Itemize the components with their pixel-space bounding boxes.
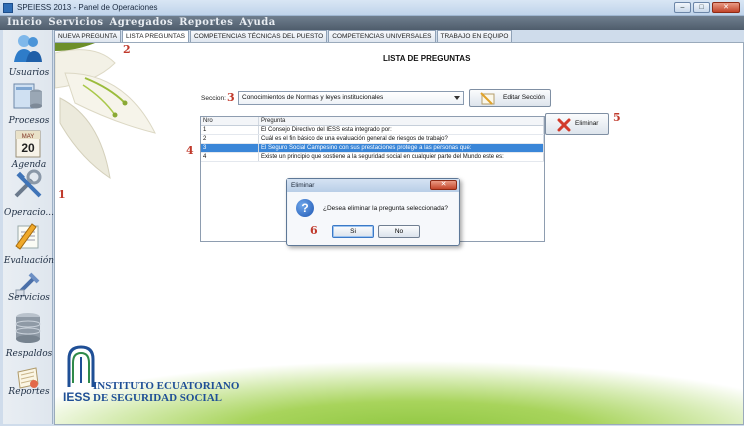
table-row[interactable]: 2 Cuál es el fin básico de una evaluació… — [201, 135, 544, 144]
column-header-pregunta[interactable]: Pregunta — [259, 117, 544, 125]
table-row[interactable]: 4 Existe un principio que sostiene a la … — [201, 153, 544, 162]
sidebar-item-operaciones[interactable]: Operacio... — [3, 208, 55, 218]
annotation-1: 1 — [58, 188, 66, 201]
sidebar-item-evaluacion[interactable]: Evaluación — [3, 256, 55, 266]
dialog-message: ¿Desea eliminar la pregunta seleccionada… — [323, 205, 449, 212]
table-row[interactable]: 1 El Consejo Directivo del IESS esta int… — [201, 126, 544, 135]
sidebar-item-respaldos[interactable]: Respaldos — [3, 349, 55, 359]
calendar-icon[interactable]: MAY 20 — [12, 128, 44, 160]
dialog-body: ? ¿Desea eliminar la pregunta selecciona… — [288, 192, 458, 245]
title-bar: SPEIESS 2013 - Panel de Operaciones – □ … — [0, 0, 744, 16]
eliminar-button[interactable]: Eliminar — [545, 113, 609, 135]
cell-nro: 4 — [201, 153, 259, 161]
editar-seccion-label: Editar Sección — [503, 94, 545, 101]
users-icon[interactable] — [12, 32, 44, 64]
cell-nro: 1 — [201, 126, 259, 134]
app-icon — [3, 3, 13, 13]
seccion-select[interactable]: Conocimientos de Normas y leyes instituc… — [238, 91, 464, 105]
seccion-select-value: Conocimientos de Normas y leyes instituc… — [242, 94, 384, 101]
sidebar-item-usuarios[interactable]: Usuarios — [3, 68, 55, 78]
flower-decoration — [55, 43, 156, 180]
cell-pregunta: Existe un principio que sostiene a la se… — [259, 153, 544, 161]
annotation-5: 5 — [613, 111, 621, 124]
tab-trabajo-en-equipo[interactable]: TRABAJO EN EQUIPO — [436, 30, 513, 42]
window-title: SPEIESS 2013 - Panel de Operaciones — [17, 3, 158, 12]
calendar-day: 20 — [21, 141, 35, 155]
logo-line1: INSTITUTO ECUATORIANO — [93, 380, 239, 392]
annotation-4: 4 — [186, 144, 194, 157]
pencil-icon[interactable] — [12, 220, 44, 252]
window-controls: – □ ✕ — [674, 2, 740, 13]
sidebar-item-servicios[interactable]: Servicios — [3, 293, 55, 303]
dialog-close-button[interactable]: ✕ — [430, 180, 457, 190]
menu-inicio[interactable]: Inicio — [6, 16, 43, 30]
logo-mark: IESS — [63, 390, 90, 404]
tab-bar: NUEVA PREGUNTA LISTA PREGUNTAS COMPETENC… — [54, 30, 513, 43]
cell-pregunta: El Seguro Social Campesino con sus prest… — [259, 144, 544, 152]
no-button[interactable]: No — [378, 225, 420, 238]
cell-pregunta: Cuál es el fin básico de una evaluación … — [259, 135, 544, 143]
cell-nro: 2 — [201, 135, 259, 143]
logo-line2: DE SEGURIDAD SOCIAL — [93, 392, 222, 404]
tab-competencias-universales[interactable]: COMPETENCIAS UNIVERSALES — [328, 30, 436, 42]
close-button[interactable]: ✕ — [712, 2, 740, 13]
yes-button[interactable]: Si — [332, 225, 374, 238]
annotation-2: 2 — [123, 43, 131, 56]
sidebar: Usuarios Procesos MAY 20 Agenda Operacio… — [3, 30, 55, 424]
cell-nro: 3 — [201, 144, 259, 152]
menu-ayuda[interactable]: Ayuda — [238, 16, 276, 30]
annotation-6: 6 — [310, 224, 318, 237]
seccion-label: Seccion: — [201, 95, 226, 102]
menu-bar: Inicio Servicios Agregados Reportes Ayud… — [0, 16, 744, 30]
menu-reportes[interactable]: Reportes — [178, 16, 234, 30]
minimize-button[interactable]: – — [674, 2, 691, 13]
sidebar-item-procesos[interactable]: Procesos — [3, 116, 55, 126]
table-row-selected[interactable]: 3 El Seguro Social Campesino con sus pre… — [201, 144, 544, 153]
maximize-button[interactable]: □ — [693, 2, 710, 13]
annotation-3: 3 — [227, 91, 235, 104]
editar-seccion-button[interactable]: Editar Sección — [469, 89, 551, 107]
menu-servicios[interactable]: Servicios — [47, 16, 104, 30]
backup-database-icon[interactable] — [12, 312, 44, 344]
page-title: LISTA DE PREGUNTAS — [383, 54, 471, 63]
eliminar-label: Eliminar — [575, 120, 599, 127]
sidebar-item-reportes[interactable]: Reportes — [3, 387, 55, 397]
table-header: Nro Pregunta — [201, 117, 544, 126]
question-icon: ? — [296, 199, 314, 217]
column-header-nro[interactable]: Nro — [201, 117, 259, 125]
tab-competencias-tecnicas[interactable]: COMPETENCIAS TÉCNICAS DEL PUESTO — [190, 30, 328, 42]
calendar-month: MAY — [22, 134, 35, 140]
chevron-down-icon — [454, 96, 460, 100]
edit-icon — [480, 92, 495, 105]
cell-pregunta: El Consejo Directivo del IESS esta integ… — [259, 126, 544, 134]
tools-icon[interactable] — [12, 168, 44, 200]
database-icon[interactable] — [12, 80, 44, 112]
delete-icon — [557, 118, 571, 132]
tab-nueva-pregunta[interactable]: NUEVA PREGUNTA — [54, 30, 121, 42]
menu-agregados[interactable]: Agregados — [108, 16, 174, 30]
iess-logo: IESS INSTITUTO ECUATORIANO DE SEGURIDAD … — [63, 345, 239, 404]
